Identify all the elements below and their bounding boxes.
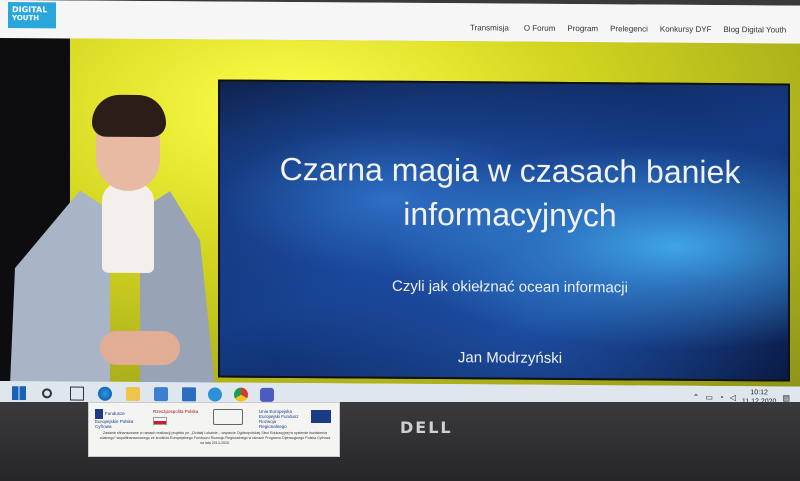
logo-line-2: YOUTH <box>12 14 40 23</box>
start-icon[interactable] <box>12 386 26 400</box>
chevron-up-icon[interactable]: ⌃ <box>693 392 700 401</box>
notifications-icon[interactable]: ▤ <box>782 393 790 402</box>
photo-of-laptop-screen: DIGITAL YOUTH Transmisja O Forum Program… <box>0 0 800 481</box>
poland-flag-icon <box>153 417 167 425</box>
laptop-screen: DIGITAL YOUTH Transmisja O Forum Program… <box>0 0 800 411</box>
nav-item-o-forum[interactable]: O Forum <box>524 24 556 33</box>
chrome-icon[interactable] <box>234 387 248 402</box>
dell-logo: DELL <box>400 418 453 437</box>
teams-icon[interactable] <box>260 387 274 402</box>
network-icon[interactable]: ◔ <box>719 393 724 402</box>
speaker-hair <box>92 94 166 138</box>
search-icon[interactable] <box>42 388 52 399</box>
nav-item-program[interactable]: Program <box>567 24 598 33</box>
eu-funding-sticker: Fundusze Europejskie Polska Cyfrowa Rzec… <box>88 402 340 457</box>
sticker-text: Zadanie sfinansowane w ramach realizacji… <box>99 431 331 445</box>
edge-icon[interactable] <box>98 386 112 401</box>
clock-time: 10:12 <box>750 389 768 397</box>
task-view-icon[interactable] <box>70 386 84 401</box>
speaker-jacket-left <box>10 190 110 386</box>
presentation-slide: Czarna magia w czasach baniek informacyj… <box>218 79 790 382</box>
slide-title: Czarna magia w czasach baniek informacyj… <box>279 150 741 234</box>
nav-item-transmisja[interactable]: Transmisja <box>470 23 509 32</box>
store-icon[interactable] <box>154 387 168 402</box>
logo-line-1: DIGITAL <box>12 5 48 15</box>
speaker-turtleneck <box>102 182 154 274</box>
poland-logo-label: Rzeczpospolita Polska <box>153 409 199 414</box>
main-nav: Transmisja O Forum Program Prelegenci Ko… <box>470 23 786 34</box>
speaker-figure <box>10 90 210 386</box>
eu-flag-icon <box>311 410 331 423</box>
battery-icon[interactable]: ▭ <box>705 392 713 401</box>
eu-funds-logo: Fundusze Europejskie Polska Cyfrowa <box>95 409 139 429</box>
regional-logo <box>213 409 243 425</box>
slide-subtitle: Czyli jak okiełznać ocean informacji <box>392 277 628 297</box>
nav-item-konkursy-dyf[interactable]: Konkursy DYF <box>660 25 712 34</box>
app-icon[interactable] <box>208 387 222 402</box>
nav-item-blog[interactable]: Blog Digital Youth <box>723 25 786 34</box>
site-header: DIGITAL YOUTH Transmisja O Forum Program… <box>0 0 800 44</box>
slide-author: Jan Modrzyński <box>457 349 563 367</box>
speaker-hands <box>100 330 180 366</box>
mail-icon[interactable] <box>182 387 196 402</box>
digital-youth-logo[interactable]: DIGITAL YOUTH <box>8 2 56 29</box>
nav-item-prelegenci[interactable]: Prelegenci <box>610 24 648 33</box>
file-explorer-icon[interactable] <box>126 386 140 401</box>
eu-logo-label: Unia Europejska Europejski Fundusz Rozwo… <box>259 409 299 429</box>
volume-icon[interactable]: ◁ <box>730 393 736 402</box>
